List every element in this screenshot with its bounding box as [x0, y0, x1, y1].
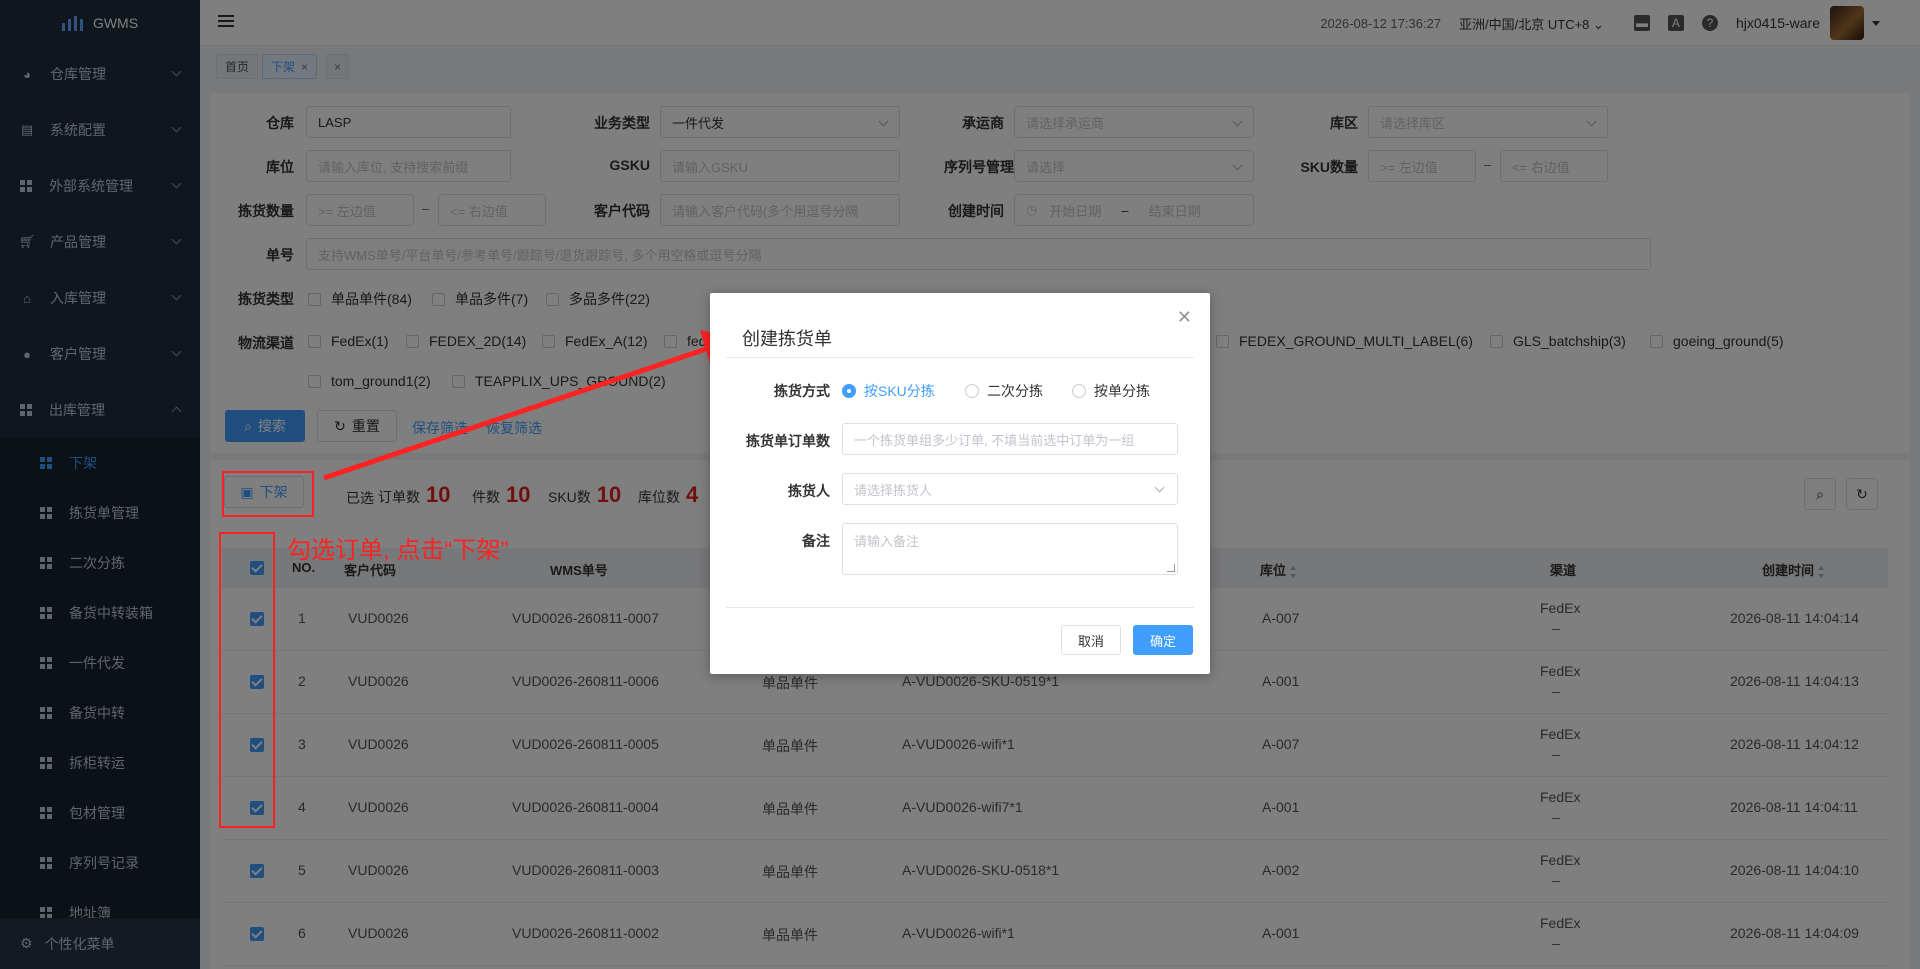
dialog-divider: [726, 607, 1194, 608]
radio-icon: [965, 384, 979, 398]
annotation-box-checkboxes: [219, 532, 275, 828]
close-icon[interactable]: ✕: [1177, 307, 1192, 328]
remark-placeholder: 请输入备注: [854, 534, 920, 549]
dialog-title: 创建拣货单: [742, 329, 832, 349]
dialog-divider: [726, 357, 1194, 358]
radio-label: 二次分拣: [987, 383, 1043, 399]
method-by-order-radio[interactable]: 按单分拣: [1072, 381, 1150, 401]
order-count-label: 拣货单订单数: [746, 433, 830, 449]
annotation-box-offshelf: [222, 471, 314, 517]
picker-select[interactable]: 请选择拣货人: [842, 473, 1178, 505]
cancel-button[interactable]: 取消: [1061, 625, 1121, 655]
radio-icon: [1072, 384, 1086, 398]
chevron-down-icon: [1154, 482, 1165, 493]
create-pick-list-dialog: 创建拣货单 ✕ 拣货方式 按SKU分拣 二次分拣 按单分拣 拣货单订单数 一个拣…: [710, 293, 1210, 674]
radio-label: 按SKU分拣: [864, 383, 935, 399]
annotation-text: 勾选订单, 点击“下架”: [287, 537, 509, 564]
method-secondary-radio[interactable]: 二次分拣: [965, 381, 1043, 401]
pick-method-label: 拣货方式: [774, 383, 830, 399]
confirm-button[interactable]: 确定: [1133, 625, 1193, 655]
method-by-sku-radio[interactable]: 按SKU分拣: [842, 381, 935, 401]
resize-handle-icon[interactable]: [1167, 564, 1175, 572]
picker-label: 拣货人: [788, 483, 830, 499]
order-count-placeholder: 一个拣货单组多少订单, 不填当前选中订单为一组: [854, 432, 1135, 448]
picker-placeholder: 请选择拣货人: [854, 482, 933, 498]
remark-label: 备注: [802, 533, 830, 549]
radio-icon: [842, 384, 856, 398]
remark-textarea[interactable]: 请输入备注: [842, 523, 1178, 575]
order-count-input[interactable]: 一个拣货单组多少订单, 不填当前选中订单为一组: [842, 423, 1178, 455]
radio-label: 按单分拣: [1094, 383, 1150, 399]
